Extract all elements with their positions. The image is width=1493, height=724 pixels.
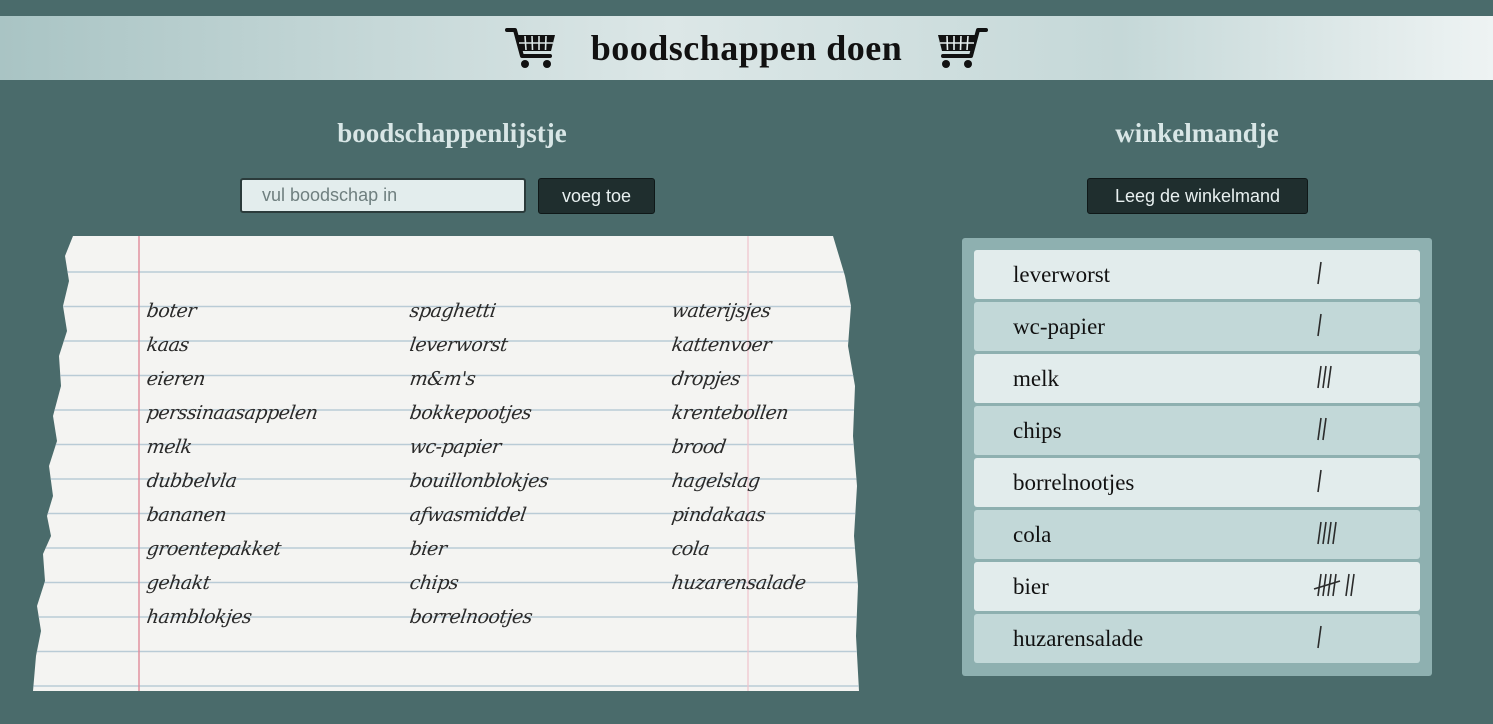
list-item[interactable]: cola <box>663 538 863 572</box>
list-item[interactable]: borrelnootjes <box>401 606 668 640</box>
basket-item[interactable]: leverworst <box>974 250 1420 299</box>
basket-item[interactable]: melk <box>974 354 1420 403</box>
page-header: boodschappen doen <box>0 16 1493 80</box>
basket-item-name: borrelnootjes <box>1013 469 1135 495</box>
basket-item[interactable]: wc-papier <box>974 302 1420 351</box>
list-item[interactable]: leverworst <box>401 334 668 368</box>
list-item[interactable]: krentebollen <box>663 402 863 436</box>
list-item[interactable]: bokkepootjes <box>401 402 668 436</box>
tally-marks <box>1317 261 1322 285</box>
list-empty-cell <box>663 606 863 640</box>
list-item[interactable]: kaas <box>138 334 406 368</box>
list-item[interactable]: gehakt <box>138 572 406 606</box>
list-item[interactable]: boter <box>138 300 406 334</box>
basket-title: winkelmandje <box>1115 118 1279 148</box>
list-item[interactable]: waterijsjes <box>663 300 863 334</box>
list-item[interactable]: eieren <box>138 368 406 402</box>
tally-stroke <box>1317 625 1322 649</box>
basket-item[interactable]: bier <box>974 562 1420 611</box>
list-item[interactable]: spaghetti <box>401 300 668 334</box>
list-item[interactable]: bananen <box>138 504 406 538</box>
tally-stroke <box>1317 521 1322 545</box>
item-input[interactable] <box>240 178 526 213</box>
tally-stroke <box>1345 573 1350 597</box>
top-strip <box>0 0 1493 16</box>
basket-panel: leverworst wc-papier melk chips borrelnootje… <box>962 238 1432 676</box>
tally-stroke <box>1317 313 1322 337</box>
tally-marks <box>1317 625 1322 649</box>
basket-item-name: cola <box>1013 521 1052 547</box>
basket-item-name: melk <box>1013 365 1059 391</box>
cart-icon <box>504 28 555 68</box>
basket-item-name: chips <box>1013 417 1062 443</box>
list-item[interactable]: huzarensalade <box>663 572 863 606</box>
list-item[interactable]: kattenvoer <box>663 334 863 368</box>
list-item[interactable]: wc-papier <box>401 436 668 470</box>
list-item[interactable]: hamblokjes <box>138 606 406 640</box>
tally-stroke <box>1350 573 1355 597</box>
tally-stroke <box>1317 573 1322 597</box>
list-item[interactable]: afwasmiddel <box>401 504 668 538</box>
tally-stroke <box>1317 261 1322 285</box>
tally-stroke <box>1327 365 1332 389</box>
tally-stroke <box>1327 521 1332 545</box>
list-item[interactable]: m&m's <box>401 368 668 402</box>
tally-marks <box>1317 521 1337 545</box>
list-item[interactable]: dubbelvla <box>138 470 406 504</box>
add-item-button[interactable]: voeg toe <box>538 178 655 214</box>
tally-stroke <box>1322 521 1327 545</box>
tally-stroke <box>1332 521 1337 545</box>
basket-item[interactable]: borrelnootjes <box>974 458 1420 507</box>
tally-stroke <box>1317 417 1322 441</box>
list-item[interactable]: chips <box>401 572 668 606</box>
tally-marks <box>1317 469 1322 493</box>
list-item[interactable]: hagelslag <box>663 470 863 504</box>
tally-stroke <box>1317 365 1322 389</box>
cart-icon <box>938 28 989 68</box>
basket-item-name: leverworst <box>1013 261 1111 287</box>
tally-stroke <box>1322 417 1327 441</box>
basket-item-name: wc-papier <box>1013 313 1105 339</box>
tally-marks <box>1313 573 1355 597</box>
list-item[interactable]: brood <box>663 436 863 470</box>
basket-item-name: huzarensalade <box>1013 625 1144 651</box>
tally-stroke <box>1317 469 1322 493</box>
tally-marks <box>1317 313 1322 337</box>
basket-item-name: bier <box>1013 573 1049 599</box>
shopping-list-title: boodschappenlijstje <box>337 118 567 148</box>
list-item[interactable]: perssinaasappelen <box>138 402 406 436</box>
tally-stroke <box>1332 573 1337 597</box>
list-item[interactable]: pindakaas <box>663 504 863 538</box>
shopping-list-items: boter spaghetti waterijsjes kaas leverworst k… <box>140 300 860 640</box>
list-item[interactable]: groentepakket <box>138 538 406 572</box>
page-title: boodschappen doen <box>590 28 903 68</box>
list-item[interactable]: melk <box>138 436 406 470</box>
empty-basket-button[interactable]: Leeg de winkelmand <box>1087 178 1308 214</box>
list-item[interactable]: bouillonblokjes <box>401 470 668 504</box>
tally-stroke <box>1322 365 1327 389</box>
list-item[interactable]: bier <box>401 538 668 572</box>
basket-item[interactable]: chips <box>974 406 1420 455</box>
tally-marks <box>1317 417 1327 441</box>
tally-stroke <box>1313 580 1341 590</box>
basket-item[interactable]: huzarensalade <box>974 614 1420 663</box>
basket-item[interactable]: cola <box>974 510 1420 559</box>
tally-marks <box>1317 365 1332 389</box>
list-item[interactable]: dropjes <box>663 368 863 402</box>
